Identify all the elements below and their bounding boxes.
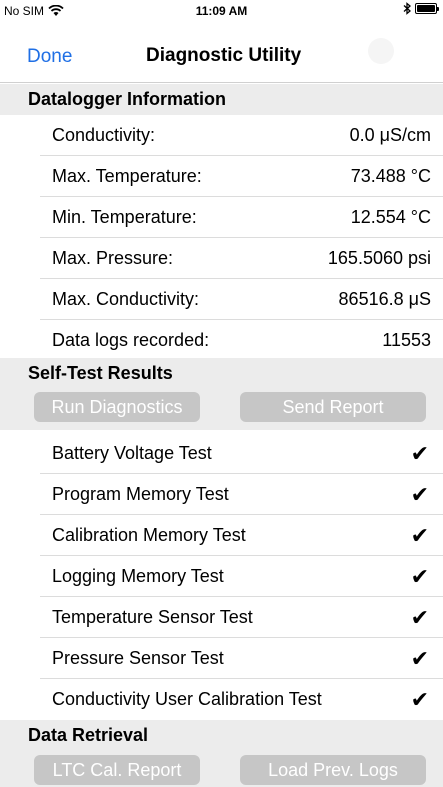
test-label: Pressure Sensor Test [52, 648, 224, 668]
checkmark-icon: ✔ [410, 605, 429, 630]
test-row: Temperature Sensor Test ✔ [0, 597, 443, 638]
row-value: 86516.8 μS [338, 289, 431, 309]
battery-fill [417, 5, 435, 12]
row-value: 11553 [382, 330, 431, 350]
datalogger-row: Min. Temperature: 12.554 °C [0, 197, 443, 238]
battery-icon [415, 3, 439, 14]
test-label: Battery Voltage Test [52, 443, 212, 463]
datalogger-row: Max. Temperature: 73.488 °C [0, 156, 443, 197]
load-prev-logs-button[interactable]: Load Prev. Logs [240, 755, 426, 785]
datalogger-row: Max. Conductivity: 86516.8 μS [0, 279, 443, 320]
checkmark-icon: ✔ [410, 687, 429, 712]
test-label: Conductivity User Calibration Test [52, 689, 322, 709]
row-label: Max. Conductivity: [52, 289, 200, 309]
test-row: Pressure Sensor Test ✔ [0, 638, 443, 679]
test-row: Logging Memory Test ✔ [0, 556, 443, 597]
test-row: Conductivity User Calibration Test ✔ [0, 679, 443, 720]
test-row: Battery Voltage Test ✔ [0, 433, 443, 474]
section-header-self-test: Self-Test Results [0, 358, 443, 389]
status-right [403, 2, 439, 15]
checkmark-icon: ✔ [410, 646, 429, 671]
ltc-cal-report-button[interactable]: LTC Cal. Report [34, 755, 200, 785]
test-row: Calibration Memory Test ✔ [0, 515, 443, 556]
nav-blur-shape [368, 38, 394, 64]
test-label: Temperature Sensor Test [52, 607, 253, 627]
row-value: 165.5060 psi [327, 248, 431, 268]
row-label: Data logs recorded: [52, 330, 210, 350]
row-label: Min. Temperature: [52, 207, 197, 227]
send-report-button[interactable]: Send Report [240, 392, 426, 422]
bluetooth-icon [403, 2, 411, 15]
status-time: 11:09 AM [195, 4, 248, 18]
checkmark-icon: ✔ [410, 482, 429, 507]
data-retrieval-button-bar: LTC Cal. Report Load Prev. Logs [0, 749, 443, 787]
row-label: Max. Pressure: [52, 248, 174, 268]
status-bar: No SIM 11:09 AM [0, 0, 443, 20]
section-header-data-retrieval: Data Retrieval [0, 720, 443, 751]
row-label: Conductivity: [52, 125, 156, 145]
test-row: Program Memory Test ✔ [0, 474, 443, 515]
done-button[interactable]: Done [27, 46, 72, 68]
page-title: Diagnostic Utility [146, 45, 302, 66]
row-value: 12.554 °C [350, 207, 431, 227]
row-label: Max. Temperature: [52, 166, 202, 186]
test-label: Logging Memory Test [52, 566, 224, 586]
datalogger-row: Conductivity: 0.0 μS/cm [0, 115, 443, 156]
nav-bar: Done Diagnostic Utility [0, 20, 443, 83]
section-header-datalogger: Datalogger Information [0, 84, 443, 115]
datalogger-row: Data logs recorded: 11553 [0, 320, 443, 361]
test-label: Program Memory Test [52, 484, 229, 504]
run-diagnostics-button[interactable]: Run Diagnostics [34, 392, 200, 422]
self-test-button-bar: Run Diagnostics Send Report [0, 386, 443, 430]
checkmark-icon: ✔ [410, 564, 429, 589]
datalogger-row: Max. Pressure: 165.5060 psi [0, 238, 443, 279]
test-label: Calibration Memory Test [52, 525, 246, 545]
checkmark-icon: ✔ [410, 441, 429, 466]
row-value: 0.0 μS/cm [349, 125, 431, 145]
row-value: 73.488 °C [350, 166, 431, 186]
checkmark-icon: ✔ [410, 523, 429, 548]
